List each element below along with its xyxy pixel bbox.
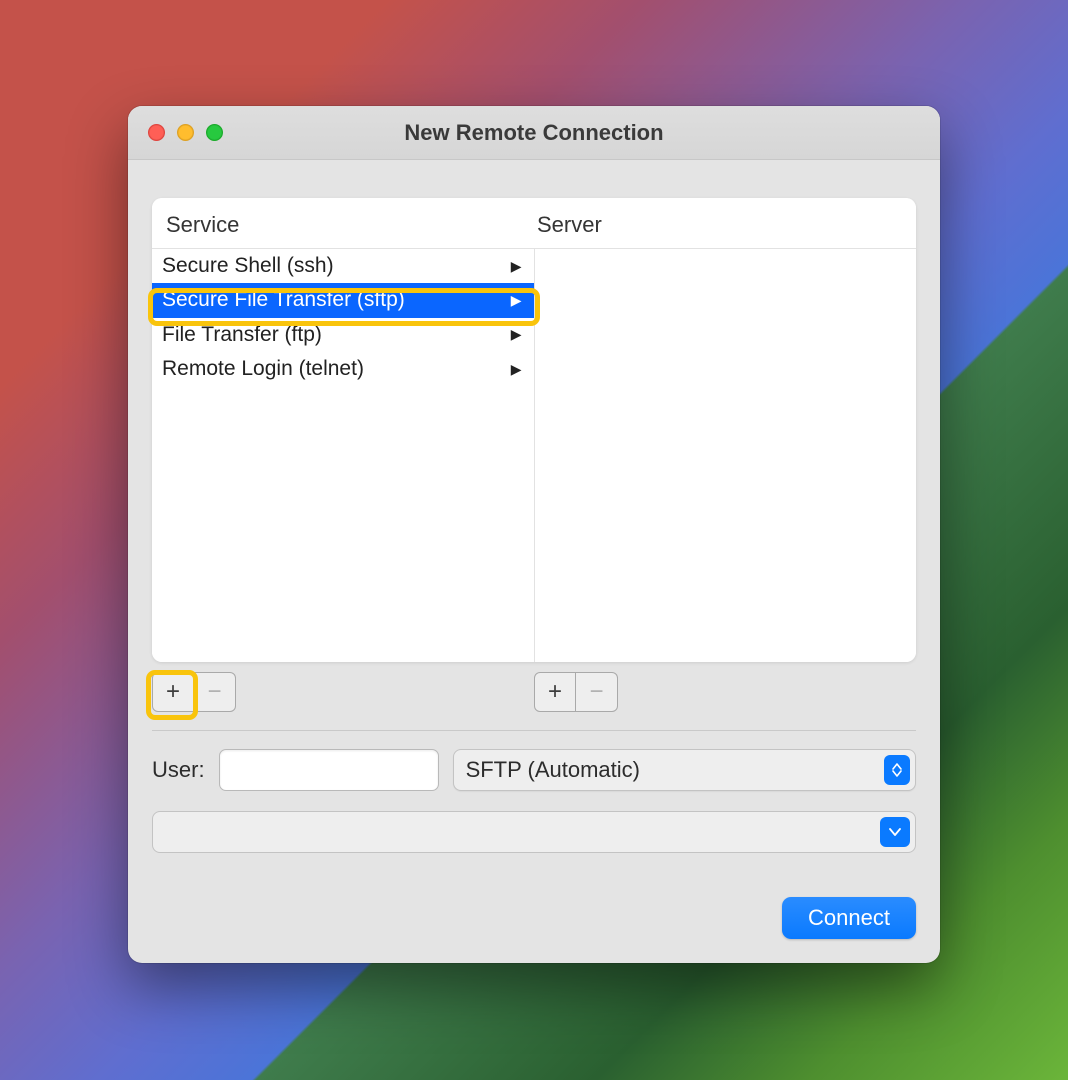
minus-icon: − — [207, 678, 221, 706]
user-protocol-row: User: SFTP (Automatic) — [152, 749, 916, 791]
plus-icon: + — [166, 678, 180, 706]
user-input[interactable] — [219, 749, 439, 791]
connect-button[interactable]: Connect — [782, 897, 916, 939]
remove-service-button[interactable]: − — [194, 672, 236, 712]
remove-server-button[interactable]: − — [576, 672, 618, 712]
service-item-telnet[interactable]: Remote Login (telnet) ▶ — [152, 352, 534, 386]
list-container: Secure Shell (ssh) ▶ Secure File Transfe… — [152, 248, 916, 662]
service-item-label: File Transfer (ftp) — [162, 321, 322, 349]
plus-icon: + — [548, 678, 562, 706]
protocol-select-label: SFTP (Automatic) — [466, 757, 640, 783]
service-list[interactable]: Secure Shell (ssh) ▶ Secure File Transfe… — [152, 249, 535, 662]
service-item-ftp[interactable]: File Transfer (ftp) ▶ — [152, 318, 534, 352]
divider — [152, 730, 916, 731]
minus-icon: − — [589, 678, 603, 706]
list-action-buttons: + − + − — [152, 672, 916, 712]
updown-icon — [884, 755, 910, 785]
chevron-right-icon: ▶ — [511, 325, 522, 344]
panels: Service Server Secure Shell (ssh) ▶ Secu… — [152, 198, 916, 662]
minimize-window-button[interactable] — [177, 124, 194, 141]
add-server-button[interactable]: + — [534, 672, 576, 712]
chevron-right-icon: ▶ — [511, 291, 522, 310]
service-header: Service — [166, 212, 531, 238]
titlebar: New Remote Connection — [128, 106, 940, 160]
window-content: Service Server Secure Shell (ssh) ▶ Secu… — [128, 198, 940, 939]
close-window-button[interactable] — [148, 124, 165, 141]
server-header: Server — [531, 212, 902, 238]
window-title: New Remote Connection — [404, 120, 663, 146]
remote-connection-window: New Remote Connection Service Server Sec… — [128, 106, 940, 963]
chevron-right-icon: ▶ — [511, 257, 522, 276]
user-label: User: — [152, 757, 205, 783]
footer-buttons: Connect — [152, 897, 916, 939]
chevron-right-icon: ▶ — [511, 360, 522, 379]
service-item-label: Secure Shell (ssh) — [162, 252, 334, 280]
service-item-label: Secure File Transfer (sftp) — [162, 286, 405, 314]
server-list[interactable] — [535, 249, 917, 662]
protocol-select[interactable]: SFTP (Automatic) — [453, 749, 916, 791]
panel-headers: Service Server — [152, 198, 916, 248]
service-item-sftp[interactable]: Secure File Transfer (sftp) ▶ — [152, 283, 534, 317]
chevron-down-icon — [880, 817, 910, 847]
command-combo[interactable] — [152, 811, 916, 853]
server-pm-group: + − — [534, 672, 916, 712]
add-service-button[interactable]: + — [152, 672, 194, 712]
service-item-label: Remote Login (telnet) — [162, 355, 364, 383]
zoom-window-button[interactable] — [206, 124, 223, 141]
service-pm-group: + − — [152, 672, 534, 712]
window-controls — [148, 124, 223, 141]
service-item-ssh[interactable]: Secure Shell (ssh) ▶ — [152, 249, 534, 283]
